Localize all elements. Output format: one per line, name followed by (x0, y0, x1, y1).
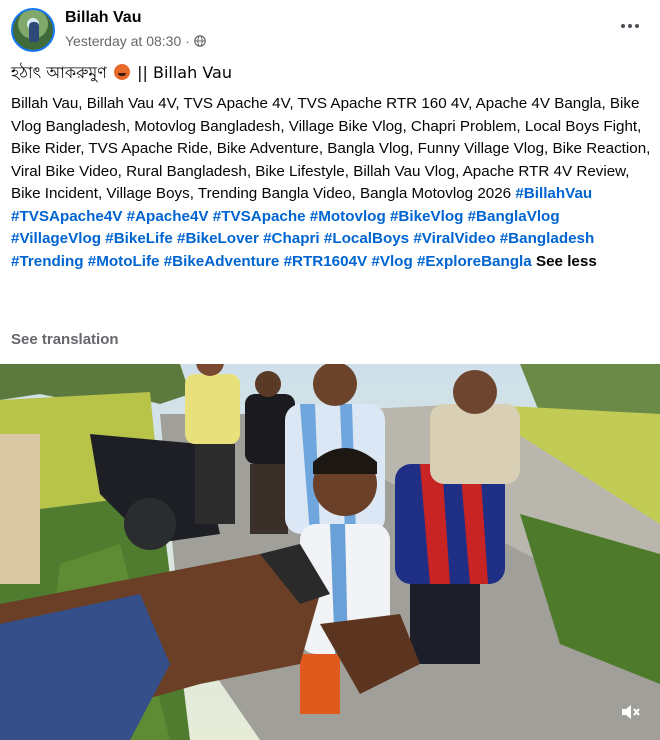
video-frame (0, 364, 660, 740)
author-avatar[interactable] (11, 8, 55, 52)
post-meta: Yesterday at 08:30 · (65, 33, 206, 49)
more-options-button[interactable] (614, 12, 646, 40)
angry-face-emoji (114, 64, 131, 80)
post-description: Billah Vau, Billah Vau 4V, TVS Apache 4V… (11, 93, 651, 273)
post-timestamp[interactable]: Yesterday at 08:30 (65, 33, 181, 49)
video-player[interactable] (0, 364, 660, 740)
globe-icon[interactable] (194, 35, 206, 47)
see-translation-link[interactable]: See translation (11, 331, 119, 348)
more-horizontal-icon (621, 24, 625, 28)
meta-separator: · (185, 33, 190, 49)
mute-button[interactable] (616, 698, 644, 726)
author-name[interactable]: Billah Vau (65, 9, 141, 27)
post-title: হঠাৎ আকরুমুণ || Billah Vau (11, 62, 232, 84)
see-less-link[interactable]: See less (536, 253, 597, 270)
post-title-text: হঠাৎ আকরুমুণ (11, 63, 107, 82)
post-header: Billah Vau Yesterday at 08:30 · (0, 0, 660, 64)
speaker-muted-icon (622, 705, 640, 719)
post-title-suffix: || Billah Vau (137, 63, 232, 82)
